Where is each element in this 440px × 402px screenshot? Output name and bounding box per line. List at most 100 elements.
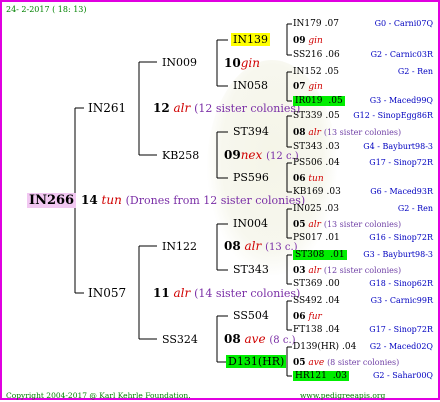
- gen4-id: IN152: [293, 67, 322, 77]
- gen4-row[interactable]: SS216.06 G2 - Carnic03R: [293, 49, 433, 61]
- gen3-info-1: 07 gin: [293, 81, 323, 93]
- gen3-num-4: 05: [293, 220, 306, 230]
- gen3-id-6[interactable]: SS504: [233, 310, 269, 322]
- gen2-breed-2: alr: [244, 239, 262, 253]
- gen1-note-1: (14 sister colonies): [194, 287, 301, 300]
- gen3-id-1[interactable]: IN058: [233, 80, 268, 92]
- gen4-year: .05: [328, 96, 343, 106]
- root-queen-id[interactable]: IN266: [27, 193, 77, 208]
- root-num: 14: [81, 193, 98, 207]
- gen1-id-1[interactable]: IN057: [88, 287, 126, 299]
- header-datetime: 24- 2-2017 ( 18: 13): [6, 5, 87, 14]
- gen4-id-text: PS506: [293, 158, 323, 168]
- gen4-row[interactable]: HR121 .03 G2 - Sahar00Q: [293, 370, 433, 382]
- gen4-source: G3 - Bayburt98-3: [363, 250, 433, 259]
- gen3-note-4: (13 sister colonies): [323, 220, 402, 229]
- gen4-id-text: SS492: [293, 296, 323, 306]
- gen4-row[interactable]: ST339.05 G12 - SinopEgg86R: [293, 110, 433, 122]
- gen4-source: G2 - Maced02Q: [369, 342, 433, 351]
- gen4-row[interactable]: IN025.03 G2 - Ren: [293, 203, 433, 215]
- gen4-row[interactable]: PS506.04 G17 - Sinop72R: [293, 157, 433, 169]
- gen2-id-1[interactable]: KB258: [162, 150, 199, 162]
- gen3-info-0: 09 gin: [293, 35, 323, 47]
- gen2-num-3: 08: [224, 332, 241, 346]
- gen3-num-1: 07: [293, 82, 306, 92]
- gen2-info-3: 08 ave (8 c.): [224, 333, 296, 347]
- footer-website[interactable]: www.pedigreeapis.org: [300, 390, 385, 402]
- gen2-id-0[interactable]: IN009: [162, 57, 197, 69]
- gen4-year: .04: [342, 342, 357, 352]
- gen4-id: ST369: [293, 279, 322, 289]
- gen4-year: .06: [325, 50, 340, 60]
- gen4-source: G18 - Sinop62R: [369, 279, 433, 288]
- gen2-id-2[interactable]: IN122: [162, 241, 197, 253]
- gen4-row[interactable]: IR019 .05 G3 - Maced99Q: [293, 95, 433, 107]
- root-breed: tun: [101, 193, 122, 207]
- gen4-year: .04: [325, 296, 340, 306]
- gen3-id-3[interactable]: PS596: [233, 172, 269, 184]
- footer-copyright: Copyright 2004-2017 @ Karl Kehrle Founda…: [6, 391, 191, 400]
- gen4-id-text: ST343: [293, 142, 323, 152]
- gen1-breed-0: alr: [173, 101, 191, 115]
- gen4-row[interactable]: IN179.07 G0 - Carni07Q: [293, 18, 433, 30]
- gen4-id-text: ST308: [295, 250, 325, 260]
- gen3-id-5[interactable]: ST343: [233, 264, 269, 276]
- gen3-note-2: (13 sister colonies): [323, 128, 402, 137]
- gen3-id-0[interactable]: IN139: [231, 33, 270, 46]
- gen4-id-text: KB169: [293, 187, 324, 197]
- gen3-info-3: 06 tun: [293, 173, 324, 185]
- pedigree-frame: 24- 2-2017 ( 18: 13) IN266 14 tun (Drone…: [0, 0, 440, 400]
- gen3-id-7[interactable]: D131(HR): [226, 355, 287, 368]
- gen4-source: G3 - Carnic99R: [370, 296, 433, 305]
- gen1-info-1: 11 alr (14 sister colonies): [153, 287, 300, 300]
- gen4-row[interactable]: FT138.04 G17 - Sinop72R: [293, 324, 433, 336]
- gen4-id: HR121 .03: [293, 371, 350, 381]
- gen4-year: .05: [325, 111, 340, 121]
- gen1-info-0: 12 alr (12 sister colonies): [153, 102, 300, 115]
- gen3-id-0-label: IN139: [231, 33, 270, 46]
- gen4-row[interactable]: ST343.03 G4 - Bayburt98-3: [293, 141, 433, 153]
- gen3-id-7-label: D131(HR): [226, 355, 287, 368]
- gen4-row[interactable]: SS492.04 G3 - Carnic99R: [293, 295, 433, 307]
- gen4-id: KB169: [293, 187, 324, 197]
- gen2-info-1: 09nex (12 c.): [224, 149, 299, 163]
- gen4-id-text: FT138: [293, 325, 323, 335]
- gen3-note-5: (12 sister colonies): [323, 266, 402, 275]
- gen1-id-0[interactable]: IN261: [88, 102, 126, 114]
- gen4-row[interactable]: PS017.01 G16 - Sinop72R: [293, 232, 433, 244]
- gen1-note-0: (12 sister colonies): [194, 102, 301, 115]
- gen4-source: G12 - SinopEgg86R: [353, 111, 433, 120]
- gen4-id-text: IN152: [293, 67, 322, 77]
- gen3-num-0: 09: [293, 36, 306, 46]
- gen4-row[interactable]: ST308 .01 G3 - Bayburt98-3: [293, 249, 433, 261]
- gen4-source: G2 - Ren: [397, 67, 433, 76]
- gen3-info-2: 08 alr (13 sister colonies): [293, 127, 401, 139]
- gen4-id: PS506: [293, 158, 322, 168]
- gen3-num-3: 06: [293, 174, 306, 184]
- gen3-breed-7: ave: [308, 358, 325, 368]
- gen3-id-2[interactable]: ST394: [233, 126, 269, 138]
- gen1-num-1: 11: [153, 286, 170, 300]
- gen4-source: G3 - Maced99Q: [369, 96, 433, 105]
- gen4-source: G2 - Ren: [397, 204, 433, 213]
- gen4-row[interactable]: KB169.03 G6 - Maced93R: [293, 186, 433, 198]
- gen4-row[interactable]: ST369.00 G18 - Sinop62R: [293, 278, 433, 290]
- gen4-row[interactable]: D139(HR) .04 G2 - Maced02Q: [293, 341, 433, 353]
- gen1-num-0: 12: [153, 101, 170, 115]
- gen4-year: .04: [325, 325, 340, 335]
- gen2-id-3[interactable]: SS324: [162, 334, 198, 346]
- gen4-year: .03: [325, 142, 340, 152]
- gen3-breed-1: gin: [308, 82, 323, 92]
- gen4-year: .03: [332, 371, 348, 381]
- gen4-id: ST343: [293, 142, 322, 152]
- gen4-id: PS017: [293, 233, 322, 243]
- gen4-id: IN025: [293, 204, 322, 214]
- gen2-num-0: 10: [224, 56, 241, 70]
- gen3-breed-2: alr: [308, 128, 321, 138]
- gen4-id: D139(HR): [293, 342, 339, 352]
- gen4-row[interactable]: IN152.05 G2 - Ren: [293, 66, 433, 78]
- gen3-id-4[interactable]: IN004: [233, 218, 268, 230]
- gen4-source: G2 - Sahar00Q: [372, 371, 433, 380]
- gen4-id: FT138: [293, 325, 322, 335]
- gen2-info-0: 10gin: [224, 57, 260, 69]
